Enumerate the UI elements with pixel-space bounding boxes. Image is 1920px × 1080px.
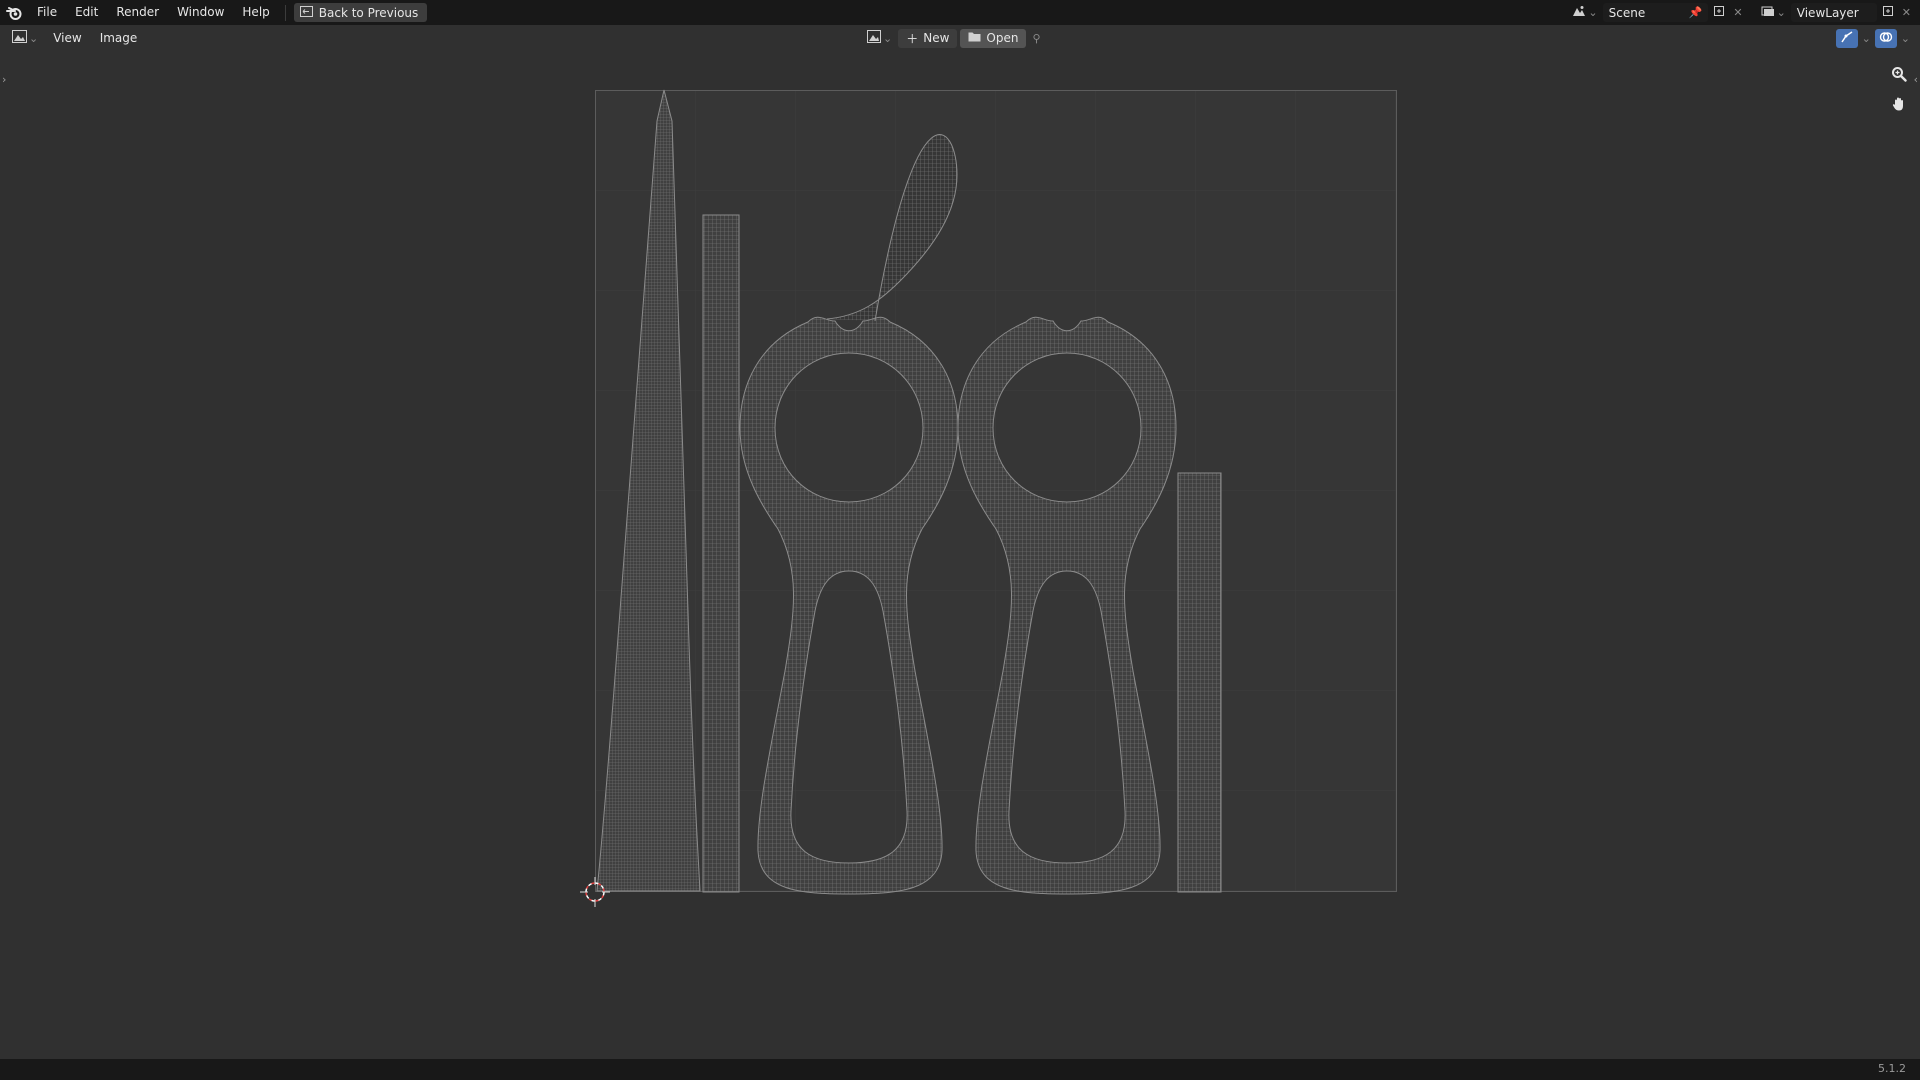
menu-image[interactable]: Image	[91, 25, 147, 51]
pin-icon: ⚲	[1032, 31, 1041, 45]
menu-window[interactable]: Window	[168, 0, 233, 25]
chevron-down-icon[interactable]: ⌄	[1901, 32, 1910, 45]
chevron-down-icon: ⌄	[1588, 6, 1598, 19]
close-icon: ✕	[1733, 6, 1743, 19]
uv-island-loop-2	[957, 316, 1177, 895]
menu-help[interactable]: Help	[233, 0, 278, 25]
new-view-layer-button[interactable]	[1879, 3, 1897, 22]
uv-editor-viewport[interactable]: › ‹	[0, 51, 1920, 1059]
chevron-down-icon: ⌄	[883, 31, 893, 45]
menu-file[interactable]: File	[28, 0, 66, 25]
chevron-down-icon: ⌄	[1776, 6, 1786, 19]
open-image-label: Open	[986, 31, 1019, 45]
back-to-previous-button[interactable]: Back to Previous	[293, 3, 428, 22]
view-layer-selector-dropdown[interactable]: ⌄	[1758, 3, 1789, 22]
editor-type-dropdown[interactable]: ⌄	[0, 25, 44, 51]
header-right-group: ⌄ ⌄	[1835, 28, 1910, 48]
folder-icon	[968, 31, 981, 45]
image-editor-icon	[12, 30, 27, 46]
duplicate-icon	[1713, 5, 1725, 20]
screen-back-icon	[299, 5, 313, 20]
uv-2d-cursor-icon[interactable]	[580, 877, 610, 907]
overlay-icon	[1879, 30, 1893, 47]
image-icon	[867, 30, 881, 46]
blender-logo-icon[interactable]	[0, 0, 28, 25]
uv-island-strip-right	[1177, 472, 1222, 893]
new-image-button[interactable]: ＋ New	[898, 28, 958, 48]
close-icon: ✕	[1901, 6, 1911, 19]
status-bar: 5.1.2	[0, 1059, 1920, 1080]
remove-view-layer-button[interactable]: ✕	[1899, 3, 1914, 22]
duplicate-icon	[1882, 5, 1894, 20]
version-label: 5.1.2	[1878, 1062, 1906, 1075]
uv-sync-icon	[1840, 30, 1854, 47]
menu-separator	[284, 4, 286, 21]
toolbar-toggle-icon[interactable]: ›	[2, 73, 6, 86]
browse-image-dropdown[interactable]: ⌄	[864, 29, 895, 48]
view-layer-icon	[1761, 5, 1775, 20]
scene-name: Scene	[1608, 5, 1646, 20]
menu-render[interactable]: Render	[107, 0, 168, 25]
image-browse-group: ⌄ ＋ New Open ⚲	[864, 28, 1044, 48]
remove-scene-button[interactable]: ✕	[1730, 3, 1745, 22]
new-image-label: New	[923, 31, 950, 45]
view-layer-name: ViewLayer	[1796, 5, 1859, 20]
chevron-down-icon[interactable]: ⌄	[1862, 32, 1871, 45]
uv-loops-layer	[580, 316, 1222, 907]
scene-selector-dropdown[interactable]: ⌄	[1569, 3, 1600, 22]
new-scene-button[interactable]	[1710, 3, 1728, 22]
chevron-down-icon: ⌄	[29, 31, 39, 45]
plus-icon: ＋	[906, 31, 919, 46]
sidebar-toggle-icon[interactable]: ‹	[1914, 73, 1918, 86]
menu-view[interactable]: View	[44, 25, 90, 51]
back-to-previous-label: Back to Previous	[318, 5, 419, 20]
topbar-right-group: ⌄ Scene 📌 ✕ ⌄ ViewLayer ✕	[1569, 0, 1920, 25]
zoom-icon[interactable]	[1888, 63, 1910, 85]
overlays-button[interactable]	[1874, 28, 1897, 48]
pin-icon[interactable]: 📌	[1689, 6, 1703, 19]
image-editor-header: ⌄ View Image ⌄ ＋ New Open ⚲ ⌄ ⌄	[0, 25, 1920, 51]
view-layer-name-field[interactable]: ViewLayer	[1790, 3, 1877, 22]
scene-icon	[1572, 5, 1586, 20]
open-image-button[interactable]: Open	[960, 28, 1027, 48]
uv-sync-button[interactable]	[1835, 28, 1858, 48]
uv-island-loop-1	[739, 316, 959, 895]
menu-edit[interactable]: Edit	[66, 0, 107, 25]
pin-image-button[interactable]: ⚲	[1029, 29, 1043, 48]
scene-name-field[interactable]: Scene 📌	[1602, 3, 1709, 22]
top-menu-bar: File Edit Render Window Help Back to Pre…	[0, 0, 1920, 25]
pan-hand-icon[interactable]	[1888, 93, 1910, 115]
